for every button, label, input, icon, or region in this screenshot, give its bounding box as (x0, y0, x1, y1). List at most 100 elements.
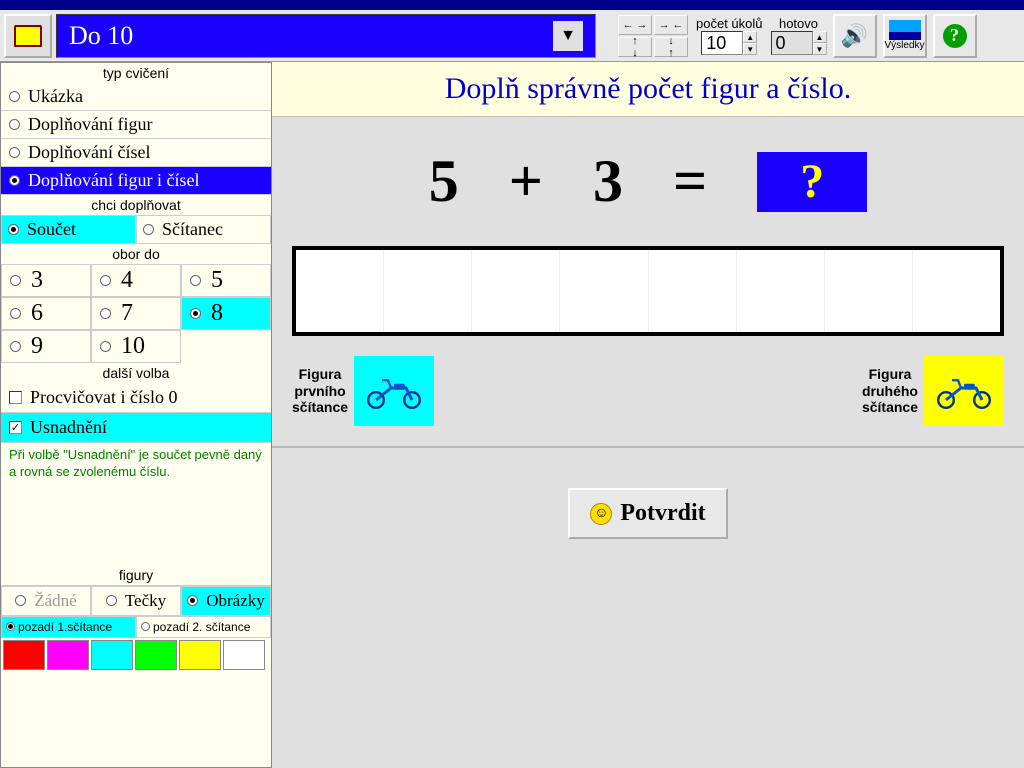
tasks-spinner: ▲ ▼ (743, 31, 757, 55)
speaker-icon: 🔊 (841, 23, 868, 49)
help-icon: ? (943, 24, 967, 48)
radio-icon (100, 308, 111, 319)
tasks-down-button[interactable]: ▼ (743, 43, 757, 55)
color-swatch[interactable] (3, 640, 45, 670)
exercise-type-title: typ cvičení (1, 63, 271, 83)
range-option[interactable]: 5 (181, 264, 271, 297)
option-label: 8 (211, 300, 223, 327)
equation: 5 + 3 = ? (272, 117, 1024, 236)
done-down-button[interactable]: ▼ (813, 43, 827, 55)
figures-option: Žádné (1, 586, 91, 616)
color-swatch[interactable] (223, 640, 265, 670)
bg-option[interactable]: pozadí 1.sčítance (1, 616, 136, 638)
nav-next-h-button[interactable]: → ← (654, 15, 688, 35)
range-option[interactable]: 3 (1, 264, 91, 297)
radio-icon (141, 622, 150, 631)
ease-hint: Při volbě "Usnadnění" je součet pevně da… (1, 443, 271, 485)
radio-icon (100, 275, 111, 286)
option-label: Tečky (125, 591, 166, 611)
title-bar (0, 0, 1024, 10)
confirm-button[interactable]: ☺ Potvrdit (568, 488, 727, 539)
figures-option[interactable]: Obrázky (181, 586, 271, 616)
option-label: Součet (27, 219, 76, 240)
confirm-label: Potvrdit (620, 500, 705, 527)
ease-label: Usnadnění (30, 417, 107, 438)
tasks-value[interactable]: 10 (701, 31, 743, 55)
instruction-text: Doplň správně počet figur a číslo. (272, 62, 1024, 117)
color-swatch[interactable] (135, 640, 177, 670)
more-title: další volba (1, 363, 271, 383)
range-option[interactable]: 7 (91, 297, 181, 330)
option-label: Doplňování čísel (28, 142, 150, 163)
folder-icon (14, 25, 42, 47)
color-swatch[interactable] (47, 640, 89, 670)
motorcycle-icon (934, 373, 994, 409)
answer-input[interactable]: ? (757, 152, 867, 212)
figure1-label: Figuraprvníhosčítance (292, 366, 348, 416)
radio-icon (8, 224, 19, 235)
color-swatch[interactable] (179, 640, 221, 670)
radio-icon (9, 147, 20, 158)
option-label: Doplňování figur (28, 114, 152, 135)
range-option[interactable]: 9 (1, 330, 91, 363)
done-up-button[interactable]: ▲ (813, 31, 827, 43)
range-option[interactable]: 4 (91, 264, 181, 297)
tasks-label: počet úkolů (696, 16, 763, 31)
nav-prev-h-button[interactable]: ← → (618, 15, 652, 35)
equals-sign: = (673, 147, 707, 216)
results-icon (889, 20, 921, 40)
radio-icon (10, 308, 21, 319)
range-option[interactable]: 6 (1, 297, 91, 330)
option-label: pozadí 2. sčítance (153, 620, 250, 634)
figure-strip[interactable] (292, 246, 1004, 336)
figure1-tile[interactable] (354, 356, 434, 426)
content-area: Doplň správně počet figur a číslo. 5 + 3… (272, 62, 1024, 768)
fill-mode-option[interactable]: Součet (1, 215, 136, 244)
color-swatch[interactable] (91, 640, 133, 670)
fill-mode-option[interactable]: Sčítanec (136, 215, 271, 244)
fill-mode-title: chci doplňovat (1, 195, 271, 215)
figure2-tile[interactable] (924, 356, 1004, 426)
option-label: Žádné (34, 591, 76, 611)
option-label: Doplňování figur i čísel (28, 170, 199, 191)
smiley-icon: ☺ (590, 503, 612, 525)
tasks-up-button[interactable]: ▲ (743, 31, 757, 43)
range-title: obor do (1, 244, 271, 264)
radio-icon (9, 119, 20, 130)
nav-prev-v-button[interactable]: ↑↓ (618, 37, 652, 57)
done-spinner: ▲ ▼ (813, 31, 827, 55)
figure2-label: Figuradruhéhosčítance (862, 366, 918, 416)
bg-option[interactable]: pozadí 2. sčítance (136, 616, 271, 638)
practice-zero-label: Procvičovat i číslo 0 (30, 387, 177, 408)
exercise-type-option[interactable]: Doplňování figur (1, 111, 271, 139)
range-option[interactable]: 8 (181, 297, 271, 330)
exercise-type-option[interactable]: Ukázka (1, 83, 271, 111)
exercise-type-option[interactable]: Doplňování čísel (1, 139, 271, 167)
practice-zero-checkbox[interactable]: Procvičovat i číslo 0 (1, 383, 271, 413)
help-button[interactable]: ? (933, 14, 977, 58)
range-option[interactable]: 10 (91, 330, 181, 363)
category-value: Do 10 (69, 21, 133, 51)
ease-checkbox[interactable]: ✓ Usnadnění (1, 413, 271, 443)
done-label: hotovo (779, 16, 818, 31)
figures-title: figury (1, 565, 271, 585)
radio-icon (6, 622, 15, 631)
checkbox-icon (9, 391, 22, 404)
sidebar: typ cvičení Ukázka Doplňování figur Doplňo… (0, 62, 272, 768)
open-folder-button[interactable] (4, 14, 52, 58)
option-label: Sčítanec (162, 219, 223, 240)
sound-button[interactable]: 🔊 (833, 14, 877, 58)
results-button[interactable]: Výsledky (883, 14, 927, 58)
toolbar: Do 10 ▼ ← → ↑↓ → ← ↓↑ počet úkolů 10 ▲ ▼… (0, 10, 1024, 62)
nav-next-v-button[interactable]: ↓↑ (654, 37, 688, 57)
radio-icon (143, 224, 154, 235)
radio-icon (106, 595, 117, 606)
option-label: 6 (31, 300, 43, 327)
tasks-stat: počet úkolů 10 ▲ ▼ (696, 16, 763, 55)
option-label: 3 (31, 267, 43, 294)
done-value: 0 (771, 31, 813, 55)
figures-option[interactable]: Tečky (91, 586, 181, 616)
option-label: 7 (121, 300, 133, 327)
category-dropdown[interactable]: Do 10 ▼ (56, 14, 596, 58)
exercise-type-option[interactable]: Doplňování figur i čísel (1, 167, 271, 195)
